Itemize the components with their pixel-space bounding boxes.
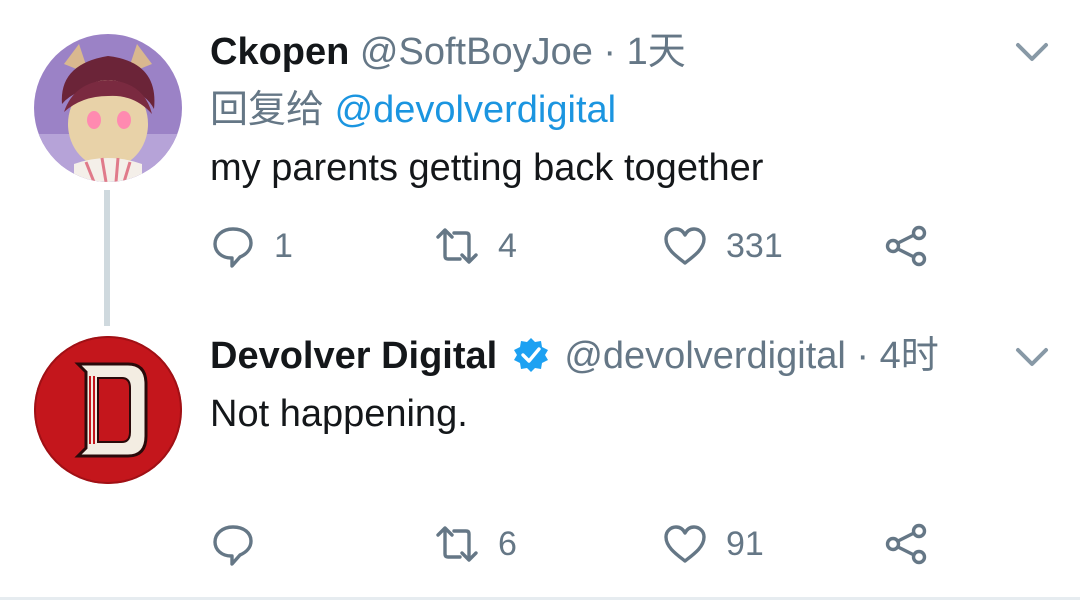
like-icon [664, 227, 706, 265]
like-button[interactable]: 91 [662, 514, 764, 574]
timestamp[interactable]: 1天 [627, 31, 686, 73]
tweet-ckopen[interactable]: Ckopen @SoftBoyJoe · 1天 回复给 @devolverdig… [0, 0, 1080, 330]
reply-button[interactable]: 1 [210, 216, 293, 276]
retweet-count: 4 [498, 226, 517, 265]
verified-badge-icon [513, 338, 548, 372]
retweet-button[interactable]: 6 [434, 514, 517, 574]
reply-icon [213, 227, 253, 268]
tweet-actions: 1 4 331 [0, 216, 1080, 276]
reply-count: 1 [274, 226, 293, 265]
author-handle[interactable]: @SoftBoyJoe [360, 31, 593, 73]
retweet-icon [436, 228, 478, 264]
avatar-ckopen[interactable] [34, 34, 182, 182]
tweet-header: Devolver Digital @devolverdigital · 4时 [210, 334, 939, 378]
retweet-icon [436, 526, 478, 562]
reply-button[interactable] [210, 514, 274, 574]
tweet-text: Not happening. [210, 393, 468, 435]
replying-to: 回复给 @devolverdigital [210, 88, 616, 132]
reply-prefix: 回复给 [210, 89, 325, 131]
share-icon [885, 523, 927, 565]
tweet-actions: 6 91 [0, 514, 1080, 574]
tweet-text: my parents getting back together [210, 147, 764, 189]
tweet-header: Ckopen @SoftBoyJoe · 1天 [210, 30, 686, 74]
retweet-count: 6 [498, 524, 517, 563]
like-icon [664, 525, 706, 563]
reply-icon [213, 525, 253, 566]
chevron-down-icon[interactable] [1014, 345, 1050, 369]
separator-dot: · [603, 31, 617, 73]
like-count: 91 [726, 524, 764, 563]
share-button[interactable] [884, 514, 930, 574]
avatar-devolver[interactable] [34, 336, 182, 484]
author-name[interactable]: Ckopen [210, 31, 349, 73]
author-name[interactable]: Devolver Digital [210, 335, 497, 377]
separator-dot: · [856, 335, 870, 377]
tweet-devolver[interactable]: Devolver Digital @devolverdigital · 4时 N… [0, 330, 1080, 598]
share-button[interactable] [884, 216, 930, 276]
like-count: 331 [726, 226, 783, 265]
like-button[interactable]: 331 [662, 216, 783, 276]
share-icon [885, 225, 927, 267]
retweet-button[interactable]: 4 [434, 216, 517, 276]
timestamp[interactable]: 4时 [880, 335, 939, 377]
author-handle[interactable]: @devolverdigital [564, 335, 846, 377]
chevron-down-icon[interactable] [1014, 40, 1050, 64]
reply-mention-link[interactable]: @devolverdigital [335, 89, 617, 131]
